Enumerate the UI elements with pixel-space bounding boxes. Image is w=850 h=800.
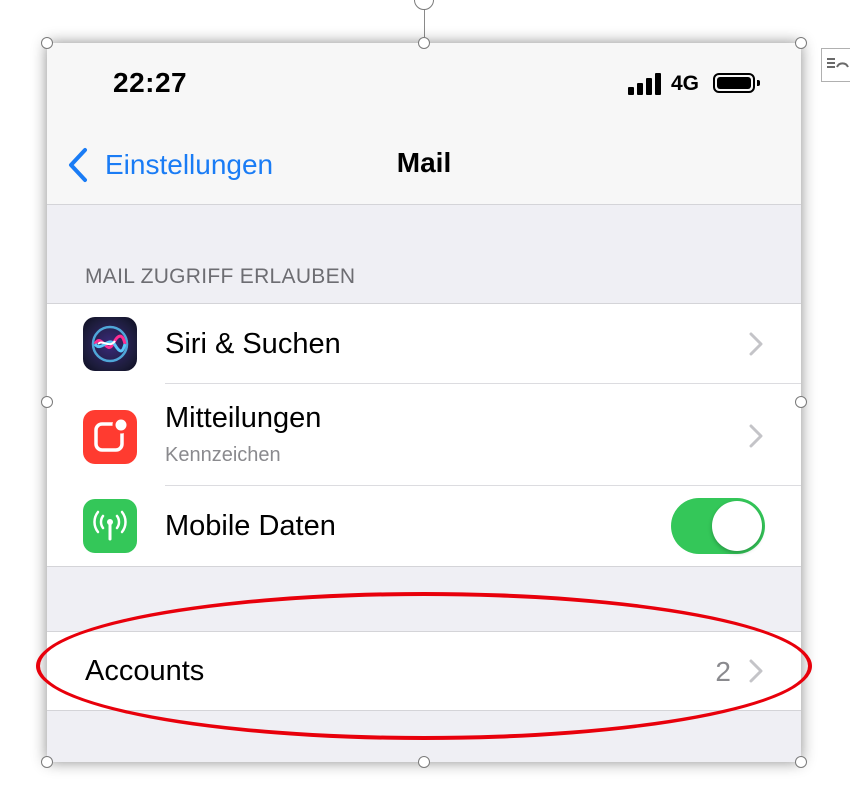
accounts-count: 2 <box>715 656 731 687</box>
resize-handle-left[interactable] <box>41 396 53 408</box>
chevron-right-icon <box>749 424 763 448</box>
battery-icon <box>713 73 760 93</box>
resize-handle-right[interactable] <box>795 396 807 408</box>
resize-handle-bottom-left[interactable] <box>41 756 53 768</box>
row-sublabel-notifications: Kennzeichen <box>165 444 281 466</box>
row-accounts[interactable]: Accounts 2 <box>47 632 801 710</box>
chevron-right-icon <box>749 659 763 683</box>
row-label-accounts: Accounts <box>85 655 205 687</box>
page-title: Mail <box>396 147 452 178</box>
resize-handle-top-left[interactable] <box>41 37 53 49</box>
access-group: Siri & Suchen Mitteilungen Kennzeichen M… <box>47 303 801 567</box>
siri-icon <box>83 317 137 371</box>
toggle-knob <box>712 501 762 551</box>
screenshot-frame: 22:27 4G Einstellungen Mail MAIL ZUGRIFF… <box>47 43 801 762</box>
notifications-icon <box>83 410 137 464</box>
status-time: 22:27 <box>113 67 188 98</box>
chevron-right-icon <box>749 332 763 356</box>
status-bar: 22:27 4G <box>47 43 801 131</box>
row-label-siri: Siri & Suchen <box>165 328 341 360</box>
resize-handle-top-right[interactable] <box>795 37 807 49</box>
row-mobile-data: Mobile Daten <box>47 486 801 566</box>
signal-icon <box>628 73 662 95</box>
cellular-antenna-icon <box>83 499 137 553</box>
row-notifications[interactable]: Mitteilungen Kennzeichen <box>47 384 801 486</box>
network-type: 4G <box>671 72 700 95</box>
navigation-bar: Einstellungen Mail <box>47 131 801 205</box>
resize-handle-bottom-right[interactable] <box>795 756 807 768</box>
resize-handle-top[interactable] <box>418 37 430 49</box>
row-siri-search[interactable]: Siri & Suchen <box>47 304 801 384</box>
row-label-notifications: Mitteilungen <box>165 402 322 434</box>
accounts-group: Accounts 2 <box>47 631 801 711</box>
row-label-mobile-data: Mobile Daten <box>165 510 336 542</box>
section-header: MAIL ZUGRIFF ERLAUBEN <box>85 265 356 288</box>
resize-handle-bottom[interactable] <box>418 756 430 768</box>
mobile-data-toggle[interactable] <box>671 498 765 554</box>
layout-options-icon[interactable] <box>821 48 850 82</box>
rotate-handle[interactable] <box>414 0 434 10</box>
